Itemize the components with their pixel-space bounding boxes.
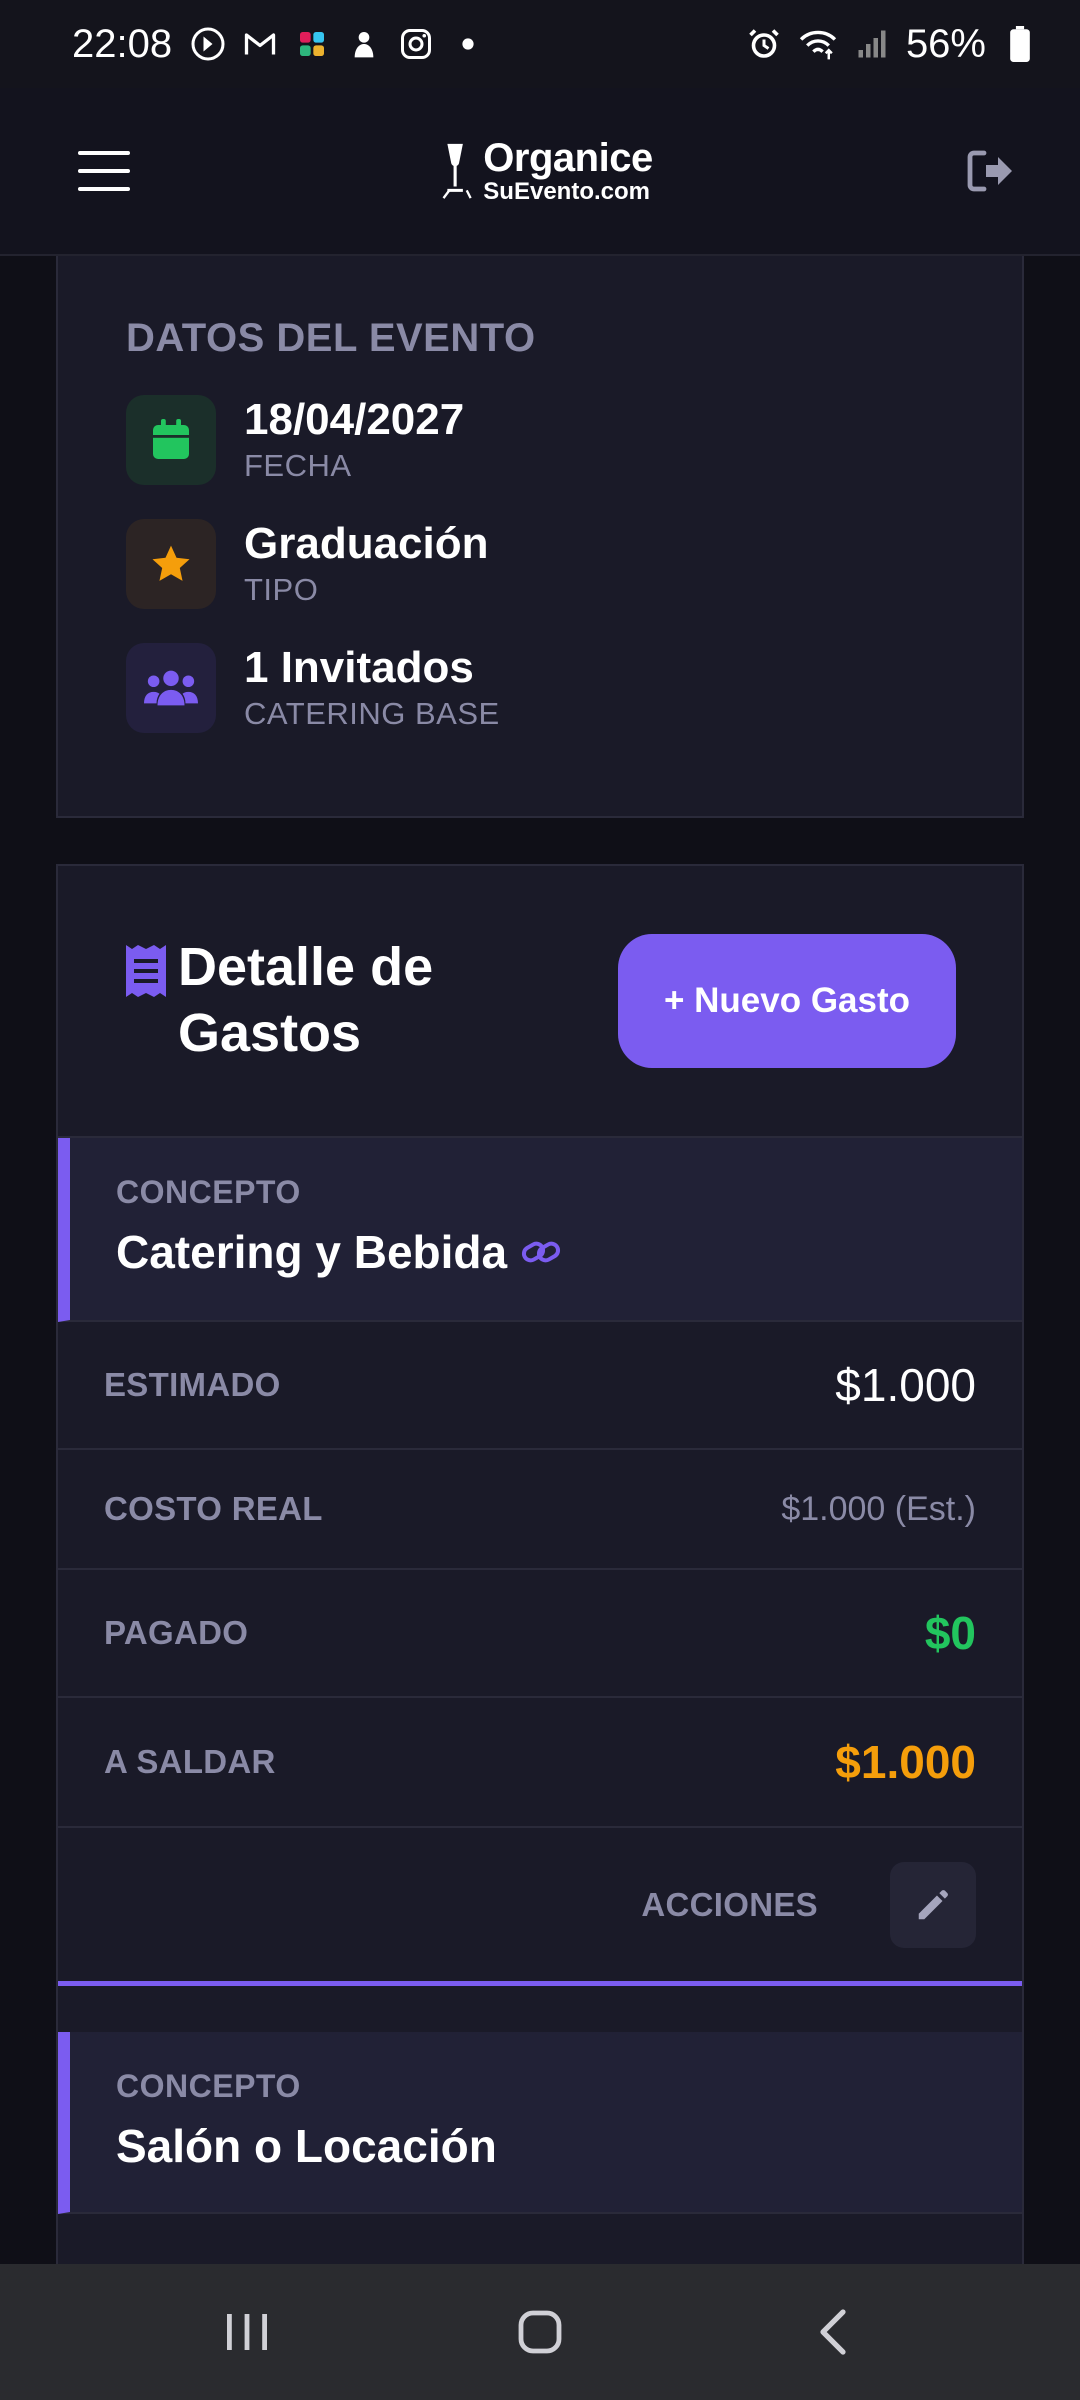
expenses-header: Detalle de Gastos + Nuevo Gasto (58, 866, 1022, 1138)
alarm-icon (744, 24, 784, 64)
estimated-label: ESTIMADO (104, 1366, 281, 1403)
gmail-icon (240, 24, 280, 64)
receipt-icon (126, 945, 166, 998)
balance-due-value: $1.000 (835, 1736, 976, 1788)
recent-apps-button[interactable] (187, 2282, 307, 2382)
estimated-row: ESTIMADO $1.000 (58, 1322, 1022, 1450)
expense-concept: CONCEPTO Salón o Locación (58, 2032, 1022, 2214)
back-button[interactable] (773, 2282, 893, 2382)
logo[interactable]: Organice SuEvento.com (439, 136, 653, 205)
balance-due-row: A SALDAR $1.000 (58, 1698, 1022, 1828)
users-icon (126, 643, 216, 733)
menu-icon[interactable] (78, 151, 130, 191)
event-guests-value: 1 Invitados (244, 642, 474, 692)
status-time: 22:08 (72, 21, 173, 66)
new-expense-button[interactable]: + Nuevo Gasto (618, 934, 956, 1068)
app-header: Organice SuEvento.com (0, 88, 1080, 256)
real-cost-value: $1.000 (Est.) (781, 1489, 976, 1528)
paid-label: PAGADO (104, 1614, 249, 1651)
event-date-text: 18/04/2027 FECHA (244, 394, 465, 484)
concept-name-row: Catering y Bebida (116, 1225, 1022, 1279)
event-data-card: DATOS DEL EVENTO 18/04/2027 FECHA Gradua… (56, 256, 1024, 818)
logo-sub-text: SuEvento.com (483, 178, 650, 205)
signal-icon (852, 24, 892, 64)
expenses-card: Detalle de Gastos + Nuevo Gasto CONCEPTO… (56, 864, 1024, 2264)
link-icon[interactable] (521, 1235, 561, 1269)
dot-icon (448, 24, 488, 64)
logo-text: Organice SuEvento.com (483, 136, 653, 205)
status-left: 22:08 (72, 22, 488, 67)
home-button[interactable] (480, 2282, 600, 2382)
expenses-title-text: Detalle de Gastos (178, 937, 434, 1063)
edit-expense-button[interactable] (890, 1861, 976, 1948)
concept-name: Salón o Locación (116, 2120, 497, 2172)
whatsapp-icon (188, 24, 228, 64)
item-spacer (58, 1986, 1022, 2032)
event-guests-label: CATERING BASE (244, 696, 500, 732)
estimated-value: $1.000 (835, 1359, 976, 1411)
champagne-glasses-icon (442, 143, 472, 199)
expenses-title: Detalle de Gastos (126, 935, 486, 1067)
event-date-label: FECHA (244, 448, 352, 484)
concept-label: CONCEPTO (116, 2068, 301, 2104)
actions-row: ACCIONES (58, 1828, 1022, 1986)
event-section-title: DATOS DEL EVENTO (126, 316, 536, 360)
pencil-icon (918, 1889, 948, 1919)
app-icon (344, 24, 384, 64)
system-nav-bar (0, 2264, 1080, 2400)
recent-apps-icon (226, 2314, 267, 2350)
back-icon (820, 2309, 846, 2355)
paid-value: $0 (924, 1607, 976, 1659)
real-cost-row: COSTO REAL $1.000 (Est.) (58, 1450, 1022, 1570)
logout-icon[interactable] (962, 143, 1018, 199)
instagram-icon (396, 24, 436, 64)
slack-icon (292, 24, 332, 64)
real-cost-label: COSTO REAL (104, 1490, 323, 1527)
event-type-value: Graduación (244, 518, 489, 568)
event-date-row: 18/04/2027 FECHA (126, 395, 954, 485)
battery-percent: 56% (905, 21, 986, 66)
event-type-text: Graduación TIPO (244, 518, 489, 608)
concept-label: CONCEPTO (116, 1174, 301, 1210)
paid-row: PAGADO $0 (58, 1570, 1022, 1698)
status-right: 56% (744, 22, 1040, 67)
event-guests-text: 1 Invitados CATERING BASE (244, 642, 500, 732)
home-icon (518, 2310, 562, 2354)
event-type-label: TIPO (244, 572, 319, 608)
event-type-row: Graduación TIPO (126, 519, 954, 609)
actions-label: ACCIONES (641, 1885, 818, 1923)
concept-name: Catering y Bebida (116, 1226, 508, 1278)
concept-name-row: Salón o Locación (116, 2119, 1022, 2173)
status-bar: 22:08 56% (0, 0, 1080, 88)
wifi-icon (798, 24, 838, 64)
battery-icon (1000, 24, 1040, 64)
balance-due-label: A SALDAR (104, 1743, 276, 1780)
star-icon (126, 519, 216, 609)
expense-concept: CONCEPTO Catering y Bebida (58, 1138, 1022, 1322)
event-guests-row: 1 Invitados CATERING BASE (126, 643, 954, 733)
calendar-icon (126, 395, 216, 485)
logo-main-text: Organice (483, 136, 653, 180)
event-date-value: 18/04/2027 (244, 394, 465, 444)
